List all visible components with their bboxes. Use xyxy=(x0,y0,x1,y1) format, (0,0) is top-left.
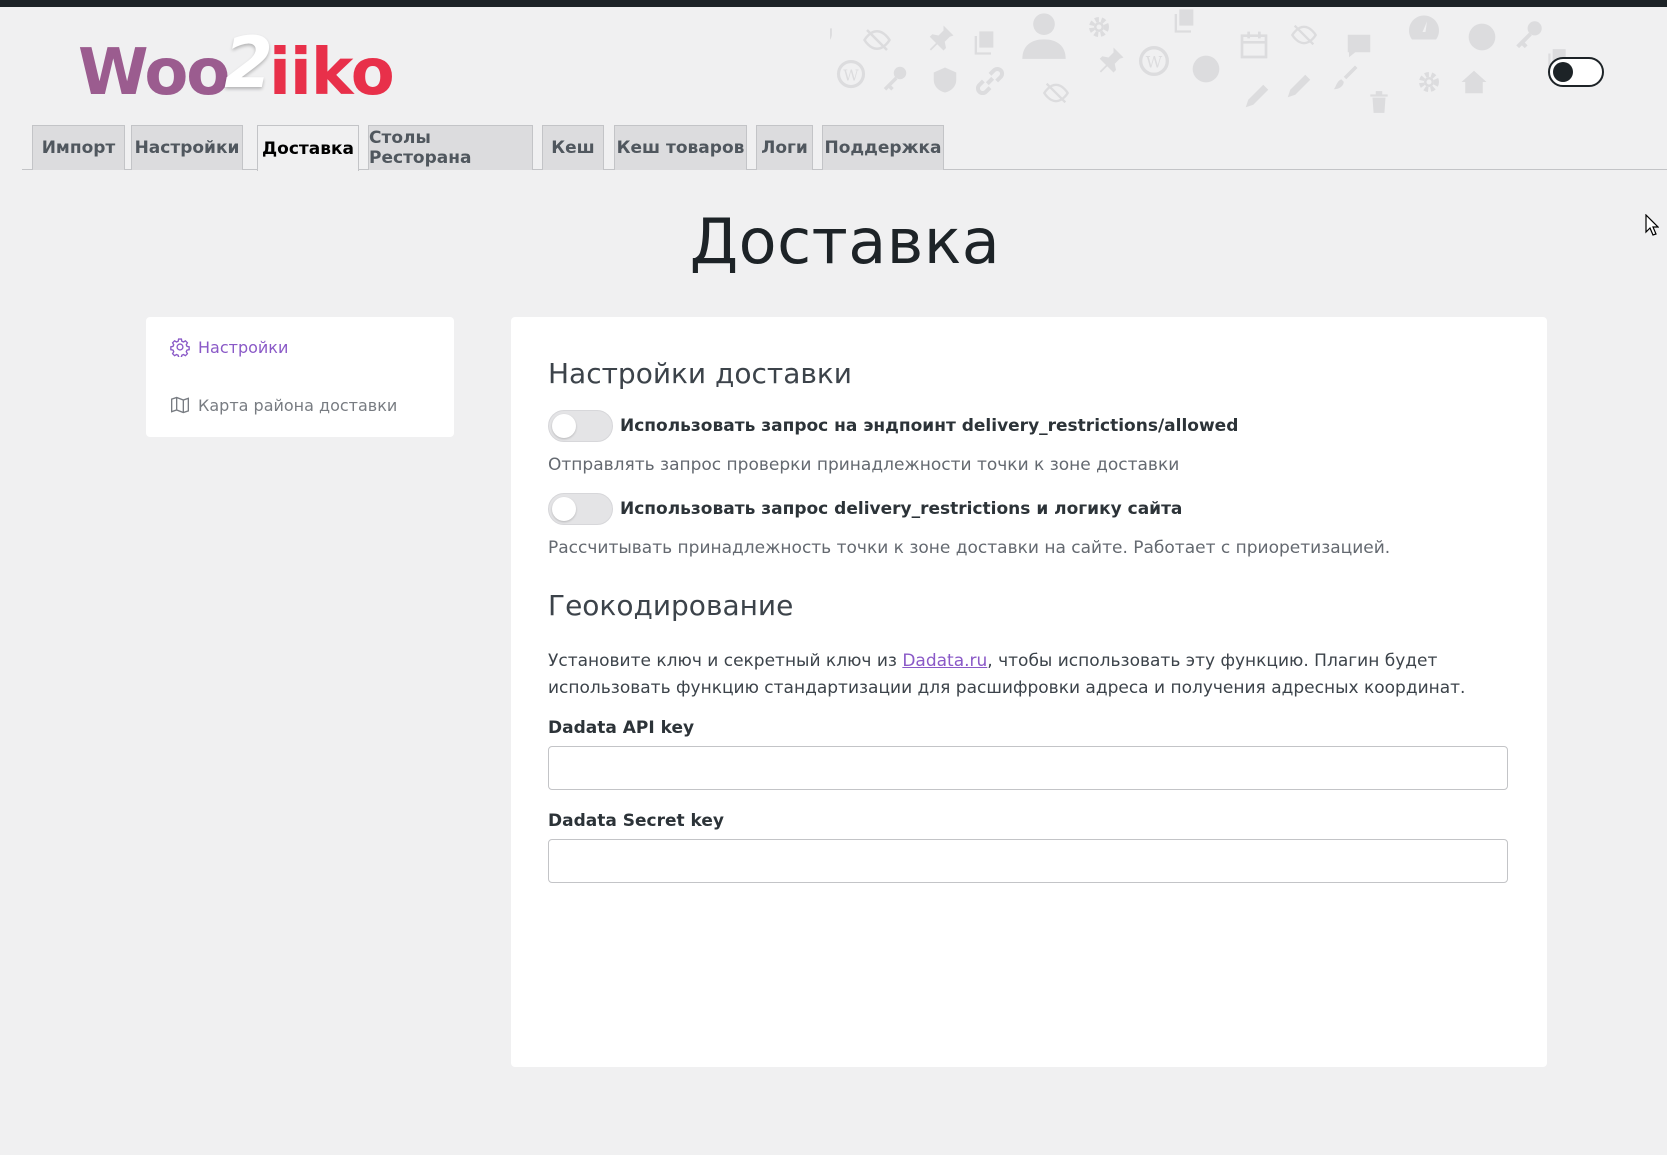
plug-icon xyxy=(830,28,832,40)
tab-settings[interactable]: Настройки xyxy=(131,125,243,170)
pencil-icon-2 xyxy=(1287,74,1311,98)
user-icon xyxy=(1022,13,1066,59)
svg-text:W: W xyxy=(1146,53,1163,72)
pencil-icon xyxy=(1245,84,1269,108)
shield-icon xyxy=(933,67,957,93)
calendar-icon xyxy=(1240,31,1268,59)
sidenav-item-settings[interactable]: Настройки xyxy=(170,333,288,361)
gear-icon xyxy=(170,338,190,357)
delivery-settings-title: Настройки доставки xyxy=(548,357,852,390)
globe-icon-2 xyxy=(1192,55,1220,83)
settings-sidenav: Настройки Карта района доставки xyxy=(146,317,454,437)
plugin-header: Woo 2 iiko W W xyxy=(0,7,1667,115)
home-icon xyxy=(1461,70,1487,94)
eye-slash-icon-2 xyxy=(1290,24,1318,46)
svg-text:W: W xyxy=(843,66,859,84)
tab-products-cache[interactable]: Кеш товаров xyxy=(614,125,747,170)
dadata-secret-key-input[interactable] xyxy=(548,839,1508,883)
decorative-icon-pattern: W W xyxy=(830,7,1667,115)
tab-logs[interactable]: Логи xyxy=(756,125,813,170)
pin-icon-2 xyxy=(1099,47,1124,73)
delivery-restrictions-allowed-switch[interactable] xyxy=(548,410,613,442)
map-icon xyxy=(171,396,189,414)
delivery-restrictions-allowed-help: Отправлять запрос проверки принадлежност… xyxy=(548,455,1180,475)
toggle-row-delivery-restrictions-allowed: Использовать запрос на эндпоинт delivery… xyxy=(548,409,1238,443)
logo-iiko: iiko xyxy=(268,36,395,110)
mouse-cursor-icon xyxy=(1645,214,1659,236)
tab-cache[interactable]: Кеш xyxy=(542,125,604,170)
page-title: Доставка xyxy=(689,205,1001,278)
dadata-link[interactable]: Dadata.ru xyxy=(902,651,987,671)
key-icon xyxy=(1516,21,1542,49)
settings-panel: Настройки доставки Использовать запрос н… xyxy=(511,317,1547,1067)
dadata-secret-key-label: Dadata Secret key xyxy=(548,811,725,831)
switch-knob xyxy=(552,497,576,521)
logo-two: 2 xyxy=(224,22,273,104)
geocoding-title: Геокодирование xyxy=(548,589,794,622)
delivery-restrictions-site-logic-help: Рассчитывать принадлежность точки к зоне… xyxy=(548,538,1391,558)
delivery-restrictions-site-logic-switch[interactable] xyxy=(548,493,613,525)
delivery-restrictions-allowed-label: Использовать запрос на эндпоинт delivery… xyxy=(620,416,1239,436)
switch-knob xyxy=(552,414,576,438)
sidenav-item-delivery-map-label: Карта района доставки xyxy=(198,395,398,415)
tab-delivery[interactable]: Доставка xyxy=(257,125,359,171)
woo2iiko-logo: Woo 2 iiko xyxy=(78,23,395,113)
tab-support[interactable]: Поддержка xyxy=(822,125,944,170)
comment-icon xyxy=(1347,34,1371,58)
gear-icon xyxy=(1089,17,1109,37)
wordpress-icon-2: W xyxy=(1139,46,1169,76)
sidenav-item-settings-label: Настройки xyxy=(198,337,289,357)
sidenav-item-delivery-map[interactable]: Карта района доставки xyxy=(170,391,397,419)
wordpress-icon: W xyxy=(836,59,866,89)
main-tabs: Импорт Настройки Доставка Столы Ресторан… xyxy=(22,125,1667,171)
brush-icon xyxy=(1333,65,1358,90)
geocoding-intro-before: Установите ключ и секретный ключ из xyxy=(548,651,903,671)
copy-icon xyxy=(974,31,994,55)
dadata-api-key-input[interactable] xyxy=(548,746,1508,790)
delivery-restrictions-site-logic-label: Использовать запрос delivery_restriction… xyxy=(620,499,1183,519)
tab-import[interactable]: Импорт xyxy=(32,125,125,170)
tab-restaurant-tables[interactable]: Столы Ресторана xyxy=(368,125,533,170)
link-icon xyxy=(975,66,1005,96)
geocoding-intro: Установите ключ и секретный ключ из Dada… xyxy=(548,648,1468,702)
trash-icon xyxy=(1370,91,1388,113)
eye-slash-icon-3 xyxy=(1042,82,1070,104)
toggle-row-delivery-restrictions-site-logic: Использовать запрос delivery_restriction… xyxy=(548,492,1182,526)
key-icon-2 xyxy=(883,66,907,91)
pin-icon xyxy=(929,25,954,51)
dadata-api-key-label: Dadata API key xyxy=(548,718,695,738)
dashboard-icon xyxy=(1409,15,1439,40)
gear-icon-2 xyxy=(1419,72,1439,92)
eye-slash-icon xyxy=(863,29,891,51)
theme-toggle-knob xyxy=(1553,62,1573,82)
top-admin-bar xyxy=(0,0,1667,7)
copy-icon-2 xyxy=(1174,9,1194,33)
theme-toggle-switch[interactable] xyxy=(1548,57,1604,87)
logo-woo: Woo xyxy=(78,36,230,110)
globe-icon xyxy=(1468,23,1496,51)
